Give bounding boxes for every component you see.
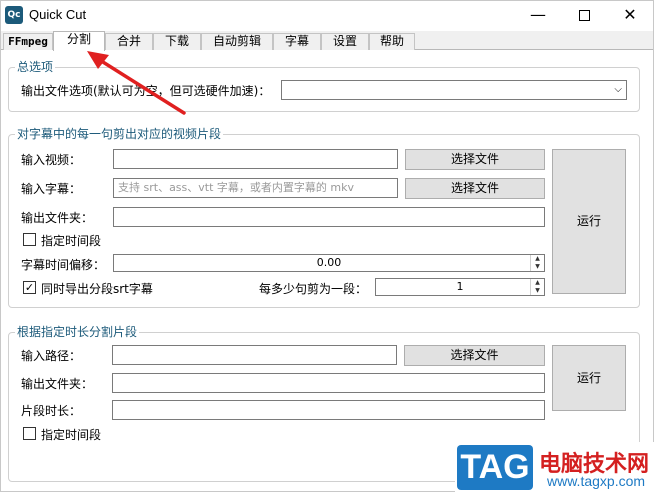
red-arrow-annotation: [87, 51, 186, 115]
watermark-url: www.tagxp.com: [547, 473, 646, 489]
watermark: TAG 电脑技术网 www.tagxp.com: [455, 442, 654, 493]
quick-cut-window: Qc Quick Cut — ✕ FFmpeg 分割 合并 下载 自动剪辑 字幕…: [0, 0, 654, 493]
tab-split[interactable]: 分割: [53, 31, 105, 51]
watermark-badge: TAG: [457, 445, 533, 490]
